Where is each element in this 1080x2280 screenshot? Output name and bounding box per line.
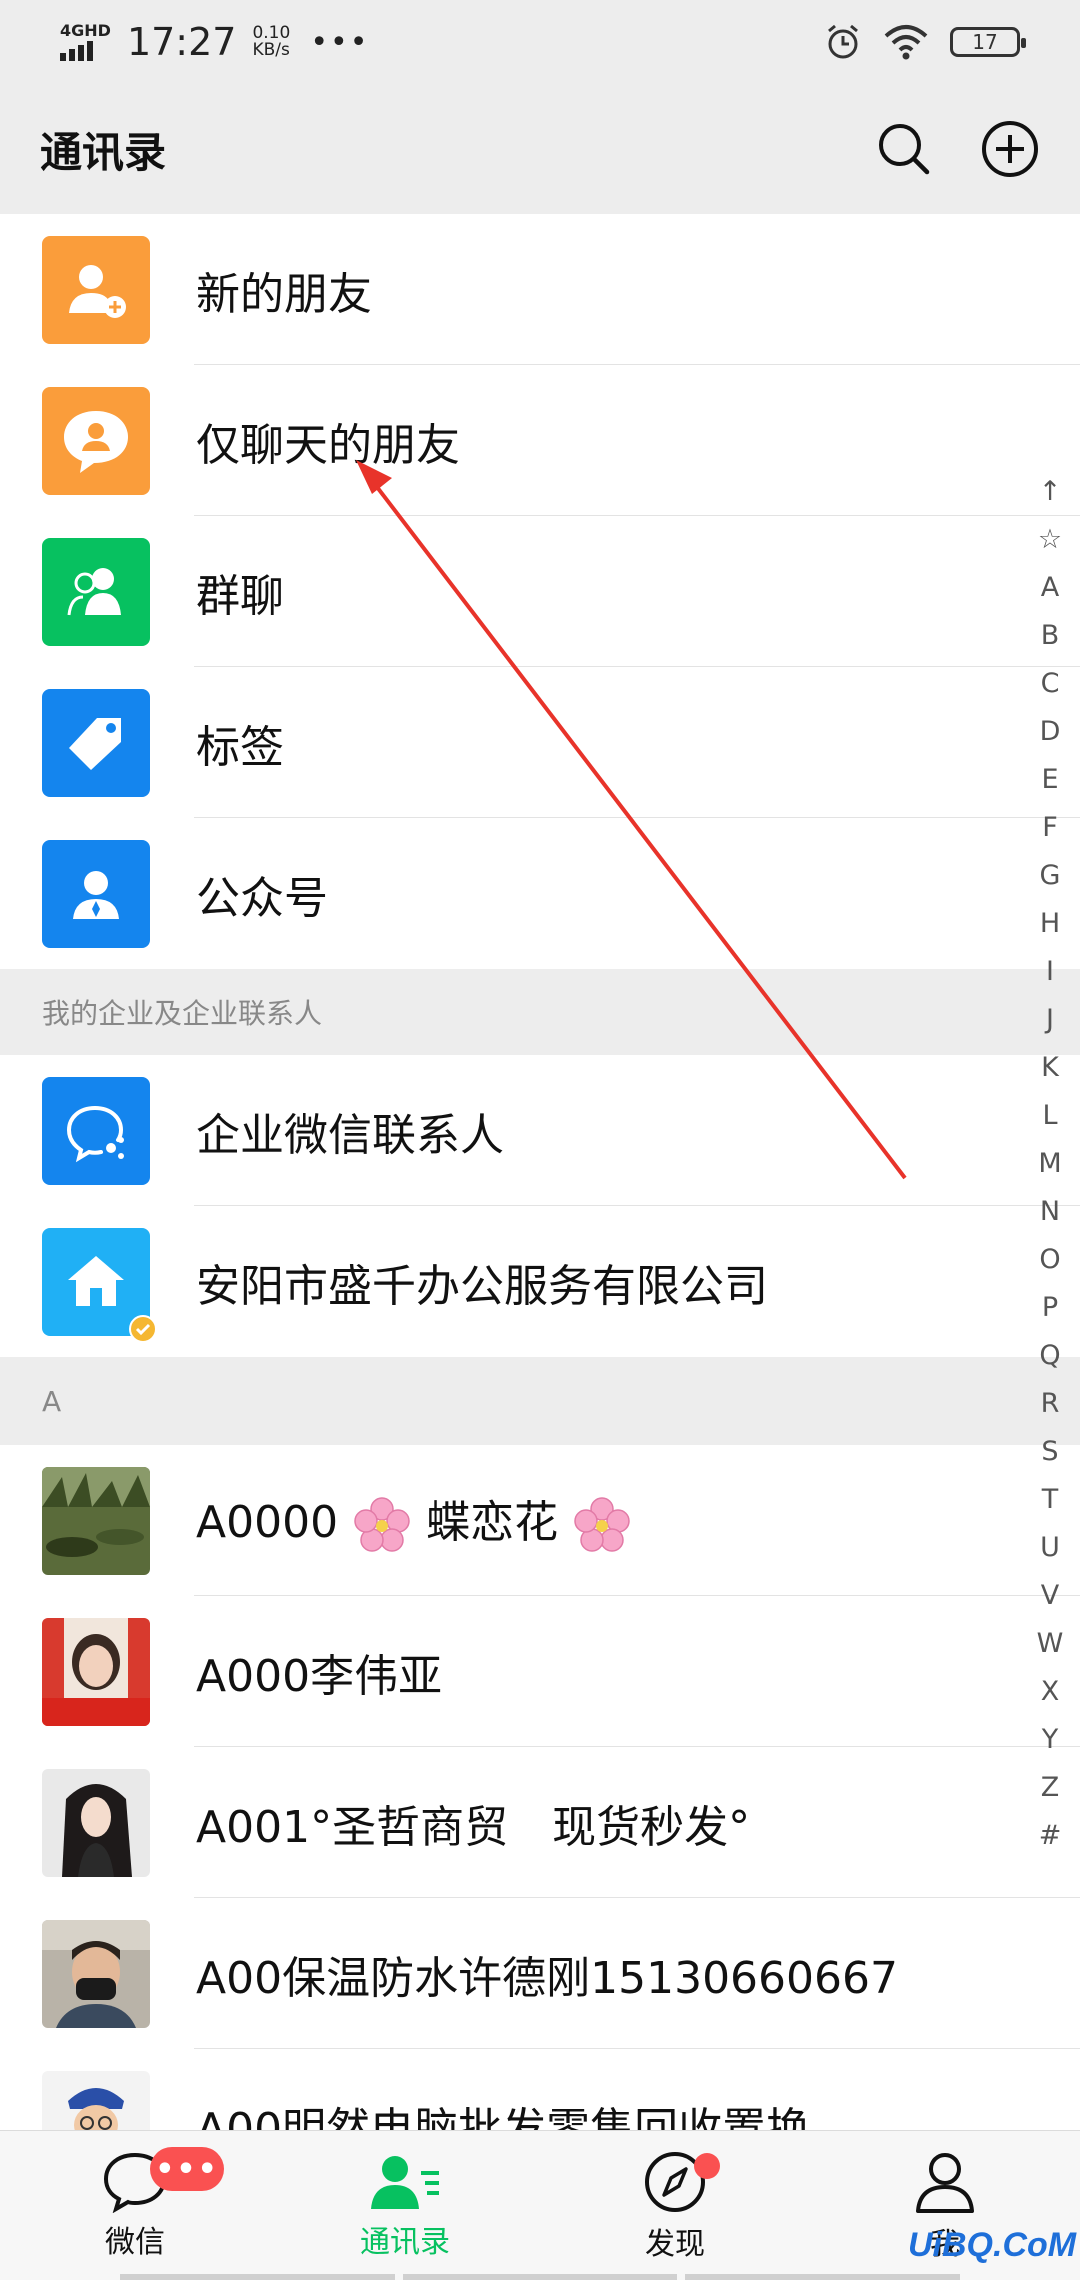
contact-row[interactable]: A00保温防水许德刚15130660667	[0, 1898, 1080, 2049]
contact-list[interactable]: 新的朋友 仅聊天的朋友 群聊 标签 公众号 我的企业及企业联系人 企业微信联系人…	[0, 214, 1080, 2200]
person-icon	[916, 2152, 974, 2213]
index-letter[interactable]: ☆	[1038, 516, 1062, 564]
item-label: 公众号	[196, 872, 328, 924]
add-friend-icon	[42, 235, 150, 344]
index-letter[interactable]: K	[1041, 1044, 1059, 1092]
search-button[interactable]	[874, 119, 934, 179]
tag-icon	[42, 688, 150, 797]
cherry-blossom-icon	[354, 1497, 410, 1552]
item-label: 仅聊天的朋友	[196, 419, 460, 471]
new-content-dot	[694, 2153, 720, 2179]
tab-chats[interactable]: ••• 微信	[0, 2131, 270, 2280]
item-label: 安阳市盛千办公服务有限公司	[196, 1260, 768, 1312]
index-letter[interactable]: I	[1046, 948, 1054, 996]
tab-contacts[interactable]: 通讯录	[270, 2131, 540, 2280]
network-type: 4GHD	[60, 21, 111, 40]
new-friends-item[interactable]: 新的朋友	[0, 214, 1080, 365]
avatar	[42, 1617, 150, 1726]
alphabet-index-bar[interactable]: ↑ ☆ A B C D E F G H I J K L M N O P Q R S T U V W X Y Z #	[1030, 468, 1070, 1860]
search-icon	[879, 124, 930, 175]
alarm-icon	[828, 24, 858, 59]
avatar	[42, 1466, 150, 1575]
index-letter[interactable]: Q	[1039, 1332, 1060, 1380]
enterprise-section-header: 我的企业及企业联系人	[0, 969, 1080, 1055]
index-letter[interactable]: M	[1038, 1140, 1061, 1188]
item-label: 群聊	[196, 570, 284, 622]
plus-circle-icon	[982, 121, 1038, 177]
index-letter[interactable]: E	[1041, 756, 1058, 804]
index-letter[interactable]: V	[1041, 1572, 1059, 1620]
company-house-icon	[42, 1227, 157, 1343]
signal-icon	[60, 39, 111, 61]
index-letter[interactable]: H	[1040, 900, 1060, 948]
index-letter[interactable]: W	[1037, 1620, 1064, 1668]
index-letter[interactable]: F	[1042, 804, 1058, 852]
index-letter[interactable]: U	[1040, 1524, 1060, 1572]
index-letter[interactable]: B	[1041, 612, 1060, 660]
add-button[interactable]	[980, 119, 1040, 179]
index-letter[interactable]: A	[1041, 564, 1059, 612]
chat-only-friends-item[interactable]: 仅聊天的朋友	[0, 365, 1080, 516]
official-account-icon	[42, 839, 150, 948]
contacts-icon	[371, 2155, 439, 2209]
verified-badge-icon	[129, 1314, 157, 1343]
company-item[interactable]: 安阳市盛千办公服务有限公司	[0, 1206, 1080, 1357]
index-letter[interactable]: D	[1040, 708, 1061, 756]
avatar	[42, 1919, 150, 2028]
network-speed: 0.10 KB/s	[252, 23, 291, 60]
contact-name: A00保温防水许德刚15130660667	[196, 1952, 899, 2004]
contact-name: A001°圣哲商贸 现货秒发°	[196, 1801, 751, 1853]
contact-row[interactable]: A000李伟亚	[0, 1596, 1080, 1747]
index-letter[interactable]: C	[1041, 660, 1060, 708]
watermark: UiBQ.CoM	[908, 2226, 1077, 2264]
app-header: 通讯录	[0, 84, 1080, 214]
official-accounts-item[interactable]: 公众号	[0, 818, 1080, 969]
group-chats-item[interactable]: 群聊	[0, 516, 1080, 667]
index-letter[interactable]: P	[1042, 1284, 1058, 1332]
index-letter[interactable]: X	[1041, 1668, 1060, 1716]
wifi-icon	[884, 25, 928, 60]
index-letter[interactable]: O	[1039, 1236, 1060, 1284]
group-chat-icon	[42, 537, 150, 646]
index-letter[interactable]: L	[1042, 1092, 1057, 1140]
battery-icon: 17	[950, 27, 1026, 57]
contact-name: A0000 蝶恋花	[196, 1486, 632, 1555]
index-letter[interactable]: R	[1041, 1380, 1060, 1428]
index-letter[interactable]: S	[1041, 1428, 1058, 1476]
tab-label: 通讯录	[360, 2224, 450, 2260]
index-letter[interactable]: J	[1046, 996, 1054, 1044]
unread-badge: •••	[150, 2147, 224, 2191]
tab-label: 发现	[645, 2226, 705, 2262]
index-letter[interactable]: ↑	[1039, 468, 1062, 516]
tab-discover[interactable]: 发现	[540, 2131, 810, 2280]
contact-row[interactable]: A001°圣哲商贸 现货秒发°	[0, 1747, 1080, 1898]
status-bar: 4GHD 17:27 0.10 KB/s ••• 17	[0, 0, 1080, 84]
item-label: 标签	[196, 721, 284, 773]
avatar	[42, 1768, 150, 1877]
wework-contact-icon	[42, 1076, 150, 1185]
wework-contacts-item[interactable]: 企业微信联系人	[0, 1055, 1080, 1206]
gesture-bar	[0, 2274, 1080, 2280]
clock: 17:27	[126, 20, 237, 64]
index-letter[interactable]: Z	[1041, 1764, 1060, 1812]
index-letter[interactable]: N	[1040, 1188, 1060, 1236]
index-letter[interactable]: G	[1040, 852, 1061, 900]
more-notifications: •••	[310, 24, 370, 60]
index-letter[interactable]: T	[1042, 1476, 1059, 1524]
chat-only-friend-icon	[42, 386, 150, 495]
tab-label: 微信	[105, 2224, 165, 2260]
index-letter[interactable]: Y	[1042, 1716, 1059, 1764]
index-letter[interactable]: #	[1039, 1812, 1062, 1860]
item-label: 企业微信联系人	[196, 1109, 504, 1161]
cherry-blossom-icon	[574, 1497, 630, 1552]
contact-name: A000李伟亚	[196, 1650, 443, 1702]
contact-row[interactable]: A0000 蝶恋花	[0, 1445, 1080, 1596]
tags-item[interactable]: 标签	[0, 667, 1080, 818]
page-title: 通讯录	[40, 127, 167, 177]
network-indicator: 4GHD	[60, 23, 111, 61]
letter-section-a: A	[0, 1357, 1080, 1445]
item-label: 新的朋友	[196, 268, 372, 320]
